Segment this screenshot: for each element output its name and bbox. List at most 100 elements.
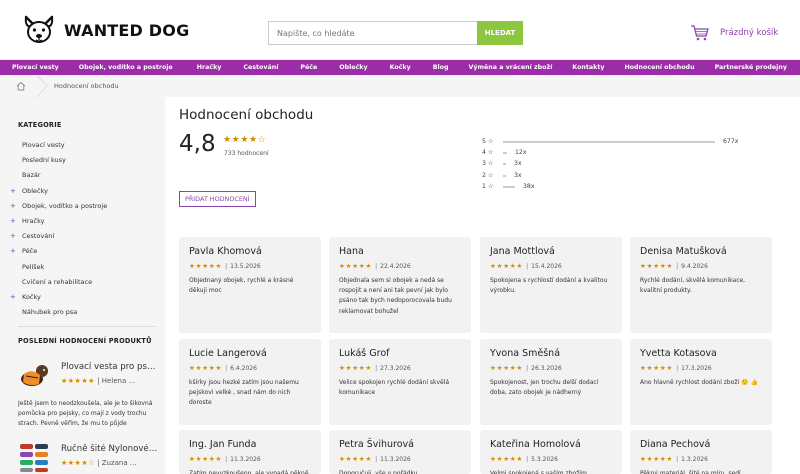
review-card: Lukáš Grof ★★★★★ | 27.3.2026 Velice spokojen… [329,339,471,425]
category-item[interactable]: + Kočky [0,290,165,305]
recent-review-item[interactable]: Ručně šité Nylonové ... ★★★★☆ | Zuzana .… [18,441,158,474]
nav-item-hracky[interactable]: Hračky [197,60,222,75]
add-review-button[interactable]: PŘIDAT HODNOCENÍ [179,191,256,207]
recent-review-product-name: Plovací vesta pro psa... [61,362,158,372]
category-label: Cestování [22,232,55,241]
review-card: Petra Švihurová ★★★★★ | 11.3.2026 Doporučuji… [329,430,471,474]
nav-item-vymena[interactable]: Výměna a vrácení zboží [469,60,553,75]
category-item[interactable]: + Cestování [0,229,165,244]
search-button[interactable]: HLEDAT [477,21,523,45]
meta-divider: | [676,456,679,463]
site-logo[interactable]: WANTED DOG [22,13,189,47]
review-stars: ★★★★★ [490,455,524,463]
review-text: Velice spokojen rychlé dodání skvělá kom… [339,379,450,397]
nav-item-plovaci-vesty[interactable]: Plovací vesty [12,60,59,75]
nav-item-kontakty[interactable]: Kontakty [572,60,604,75]
expand-plus-icon[interactable]: + [10,229,16,244]
review-card: Lucie Langerová ★★★★★ | 6.4.2026 kšírky jsou… [179,339,321,425]
category-label: Kočky [22,292,41,301]
reviewer-name: Lucie Langerová [189,348,267,359]
review-card: Hana ★★★★★ | 22.4.2026 Objednala sem si oboj… [329,237,471,333]
recent-review-meta: ★★★★★ | Helena ... [61,377,136,385]
expand-plus-icon[interactable]: + [10,214,16,229]
category-item[interactable]: + Péče [0,244,165,259]
category-item[interactable]: Poslední kusy [0,153,165,168]
cart-link[interactable]: Prázdný košík [690,24,778,42]
category-list: Plovací vesty Poslední kusy Bazár + Oblečky +… [0,138,165,320]
reviewer-name: Lukáš Grof [339,348,390,359]
nav-item-blog[interactable]: Blog [433,60,449,75]
home-icon[interactable] [16,81,26,91]
review-stars: ★★★★★ [640,455,674,463]
review-meta: ★★★★★ | 22.4.2026 [339,262,461,270]
nav-item-kocky[interactable]: Kočky [390,60,411,75]
review-date: 22.4.2026 [380,263,411,270]
expand-plus-icon[interactable]: + [10,199,16,214]
review-stars: ★★★★★ [339,262,373,270]
distribution-row: 4 ☆ 12x [482,147,762,158]
nav-item-pece[interactable]: Péče [300,60,317,75]
review-date: 13.5.2026 [230,263,261,270]
review-date: 26.3.2026 [531,365,562,372]
review-meta: ★★★★★ | 9.4.2026 [640,262,762,270]
review-text: Rychlé dodání, skvělá komunikace, kvalit… [640,277,746,295]
distribution-label: 5 ☆ [482,138,494,145]
expand-plus-icon[interactable]: + [10,290,16,305]
review-meta: ★★★★★ | 1.3.2026 [640,455,762,463]
category-item[interactable]: + Obojek, vodítko a postroje [0,199,165,214]
review-date: 17.3.2026 [681,365,712,372]
nav-item-obojek[interactable]: Obojek, vodítko a postroje [79,60,173,75]
review-card: Yvetta Kotasova ★★★★★ | 17.3.2026 Ano hlavně… [630,339,772,425]
category-item[interactable]: Pelíšek [0,260,165,275]
expand-plus-icon[interactable]: + [10,184,16,199]
distribution-count: 3x [514,160,522,168]
nav-item-hodnoceni[interactable]: Hodnocení obchodu [624,60,694,75]
nav-item-oblecky[interactable]: Oblečky [339,60,367,75]
cart-label: Prázdný košík [720,28,779,38]
category-item[interactable]: Náhubek pro psa [0,305,165,320]
review-text: Objednala sem si obojek a nedá se rospoj… [339,277,452,315]
category-item[interactable]: + Hračky [0,214,165,229]
recent-review-item[interactable]: Plovací vesta pro psa... ★★★★★ | Helena … [18,359,158,439]
nav-item-cestovani[interactable]: Cestování [243,60,278,75]
recent-review-product-name: Ručně šité Nylonové ... [61,444,158,454]
reviewer-name: Hana [339,246,364,257]
page-title: Hodnocení obchodu [179,107,314,123]
review-meta: ★★★★★ | 15.4.2026 [490,262,612,270]
expand-plus-icon[interactable]: + [10,244,16,259]
review-text: Velmi spokojená s vaším zbožím [490,470,587,474]
meta-divider: | [526,365,529,372]
recent-review-author: Zuzana ... [101,459,137,467]
rating-stars: ★★★★☆ [223,135,267,145]
distribution-bar [503,141,715,143]
breadcrumb-current: Hodnocení obchodu [54,82,119,90]
category-item[interactable]: Cvičení a rehabilitace [0,275,165,290]
distribution-label: 2 ☆ [482,171,494,179]
category-item[interactable]: + Oblečky [0,184,165,199]
reviewer-name: Yvona Směšná [490,348,561,359]
categories-title: KATEGORIE [18,121,62,129]
review-card: Ing. Jan Funda ★★★★★ | 11.3.2026 Zatím nevyz… [179,430,321,474]
recent-review-stars: ★★★★★ [61,377,95,385]
search-input[interactable] [268,21,477,45]
review-stars: ★★★★★ [490,262,524,270]
product-thumbnail-collars [20,444,48,472]
category-label: Cvičení a rehabilitace [22,277,93,286]
main-nav: Plovací vesty Obojek, vodítko a postroje… [0,60,800,75]
category-item[interactable]: Plovací vesty [0,138,165,153]
category-item[interactable]: Bazár [0,168,165,183]
review-text: Spokojenost, jen trochu delší dodací dob… [490,379,599,397]
review-date: 11.3.2026 [230,456,261,463]
review-meta: ★★★★★ | 5.3.2026 [490,455,612,463]
reviewer-name: Jana Mottlová [490,246,555,257]
review-stars: ★★★★★ [640,262,674,270]
review-text: Spokojena s rychlostí dodání a kvalitou … [490,277,608,295]
review-meta: ★★★★★ | 11.3.2026 [339,455,461,463]
distribution-row: 5 ☆ 677x [482,136,762,147]
category-label: Bazár [22,171,41,180]
recent-review-author: Helena ... [101,377,136,385]
category-label: Obojek, vodítko a postroje [22,201,108,210]
sidebar-divider [18,326,156,327]
category-label: Oblečky [22,186,48,195]
nav-item-partnerske[interactable]: Partnerské prodejny [715,60,787,75]
